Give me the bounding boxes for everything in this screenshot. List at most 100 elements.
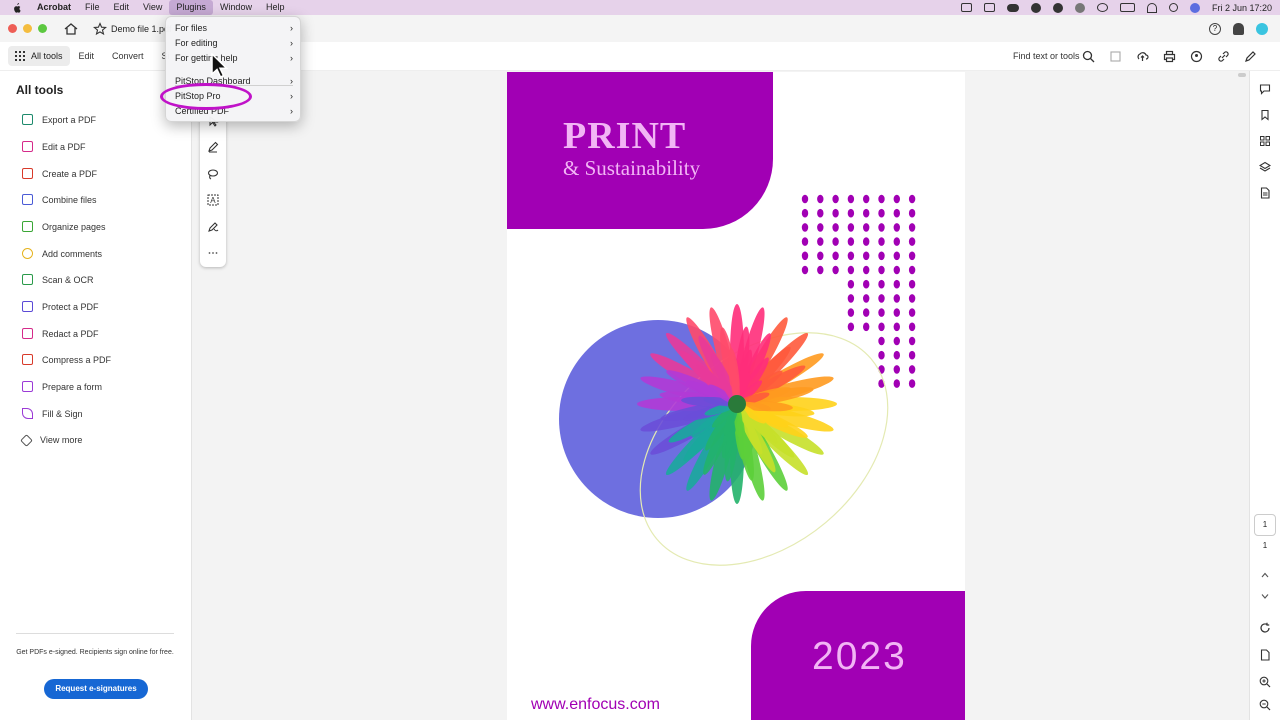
chevron-right-icon: ›: [290, 38, 293, 48]
zoom-window-button[interactable]: [38, 24, 47, 33]
search-icon[interactable]: [1168, 3, 1178, 12]
chevron-right-icon: ›: [290, 91, 293, 101]
chevron-right-icon: ›: [290, 53, 293, 63]
text-box-icon[interactable]: A: [207, 194, 219, 206]
avatar[interactable]: [1256, 22, 1268, 35]
compress-icon: [22, 354, 33, 365]
bookmark-icon[interactable]: [1259, 109, 1271, 121]
document-icon[interactable]: [1259, 187, 1271, 199]
tool-label: Edit a PDF: [42, 141, 86, 152]
fill-sign-icon: [22, 408, 33, 419]
menu-item-label: For getting help: [175, 53, 238, 63]
menu-file[interactable]: File: [78, 0, 107, 15]
find-text-label[interactable]: Find text or tools: [1013, 51, 1080, 61]
highlight-ellipse: [160, 83, 252, 110]
menu-window[interactable]: Window: [213, 0, 259, 15]
tool-view-more[interactable]: View more: [20, 433, 83, 447]
wifi-icon[interactable]: [1146, 2, 1157, 13]
status-icon-2[interactable]: [983, 3, 995, 12]
layers-icon[interactable]: [1259, 161, 1271, 173]
help-icon[interactable]: ?: [1209, 22, 1221, 35]
tool-protect-pdf[interactable]: Protect a PDF: [22, 301, 99, 312]
zoom-out-icon[interactable]: [1259, 699, 1271, 711]
apple-icon[interactable]: [12, 2, 22, 13]
status-icon-1[interactable]: [960, 3, 972, 12]
grid-icon: [15, 51, 25, 61]
tool-compress-pdf[interactable]: Compress a PDF: [22, 354, 111, 365]
page-fit-icon[interactable]: [1259, 649, 1271, 661]
thumbnails-icon[interactable]: [1259, 135, 1271, 147]
battery-icon[interactable]: [1119, 3, 1135, 12]
chevron-up-icon[interactable]: [1259, 569, 1271, 581]
sign-pen-icon[interactable]: [1244, 50, 1257, 63]
svg-text:A: A: [210, 196, 216, 205]
convert-tab[interactable]: Convert: [103, 51, 153, 61]
divider: [16, 633, 174, 634]
scrollbar[interactable]: [1238, 73, 1246, 77]
tool-export-pdf[interactable]: Export a PDF: [22, 114, 96, 125]
tool-create-pdf[interactable]: Create a PDF: [22, 168, 97, 179]
request-esignatures-button[interactable]: Request e-signatures: [44, 679, 148, 699]
menu-view[interactable]: View: [136, 0, 169, 15]
close-window-button[interactable]: [8, 24, 17, 33]
tool-label: Combine files: [42, 194, 97, 205]
lasso-icon[interactable]: [207, 168, 219, 180]
tool-prepare-form[interactable]: Prepare a form: [22, 381, 102, 392]
menu-app-name[interactable]: Acrobat: [30, 0, 78, 15]
more-icon[interactable]: [207, 247, 219, 259]
tool-scan-ocr[interactable]: Scan & OCR: [22, 274, 94, 285]
tool-label: View more: [40, 435, 83, 445]
right-rail: 1 1: [1249, 71, 1280, 720]
menu-item-for-files[interactable]: For files ›: [166, 21, 302, 36]
form-icon: [22, 381, 33, 392]
share-user-icon[interactable]: [1190, 50, 1203, 63]
search-icon[interactable]: [1082, 50, 1095, 63]
menu-item-for-editing[interactable]: For editing ›: [166, 36, 302, 51]
comment-icon[interactable]: [1259, 83, 1271, 95]
play-icon[interactable]: [1096, 3, 1108, 12]
pdf-page[interactable]: PRINT & Sustainability 2023 www.enfocus.…: [507, 72, 965, 720]
status-icon-3[interactable]: [1030, 2, 1041, 13]
chevron-down-icon[interactable]: [1259, 590, 1271, 602]
mouse-pointer-icon: [211, 53, 228, 78]
tool-fill-sign[interactable]: Fill & Sign: [22, 408, 83, 419]
document-tab-title[interactable]: Demo file 1.pdf: [111, 24, 172, 34]
menu-edit[interactable]: Edit: [107, 0, 137, 15]
combine-files-icon: [22, 194, 33, 205]
notification-bell-icon[interactable]: [1233, 22, 1244, 35]
tool-add-comments[interactable]: Add comments: [22, 248, 102, 259]
tool-organize-pages[interactable]: Organize pages: [22, 221, 106, 232]
minimize-window-button[interactable]: [23, 24, 32, 33]
page-number-input[interactable]: 1: [1254, 514, 1276, 536]
tool-redact-pdf[interactable]: Redact a PDF: [22, 328, 99, 339]
tool-label: Compress a PDF: [42, 354, 112, 365]
menu-item-for-getting-help[interactable]: For getting help ›: [166, 51, 302, 66]
tool-edit-pdf[interactable]: Edit a PDF: [22, 141, 86, 152]
pencil-icon[interactable]: [207, 141, 219, 153]
cloud-icon[interactable]: [1006, 3, 1019, 12]
print-icon[interactable]: [1163, 50, 1176, 63]
menu-help[interactable]: Help: [259, 0, 292, 15]
menu-item-label: For files: [175, 23, 208, 33]
siri-icon[interactable]: [1189, 2, 1200, 13]
quick-tools-bar: A: [200, 105, 226, 267]
star-icon[interactable]: [93, 21, 107, 36]
tool-label: Scan & OCR: [42, 274, 94, 285]
upload-cloud-icon[interactable]: [1136, 50, 1149, 63]
menu-item-label: For editing: [175, 38, 218, 48]
edit-tab[interactable]: Edit: [70, 51, 104, 61]
home-icon[interactable]: [63, 21, 79, 37]
zoom-in-icon[interactable]: [1259, 676, 1271, 688]
status-icon-4[interactable]: [1052, 2, 1063, 13]
tool-combine-files[interactable]: Combine files: [22, 194, 97, 205]
clock[interactable]: Fri 2 Jun 17:20: [1212, 3, 1272, 13]
stamp-icon[interactable]: [207, 221, 219, 233]
all-tools-button[interactable]: All tools: [8, 46, 70, 66]
window-controls: [8, 24, 47, 33]
menu-plugins[interactable]: Plugins: [169, 0, 213, 15]
status-icon-5[interactable]: [1074, 2, 1085, 13]
rotate-icon[interactable]: [1259, 622, 1271, 634]
save-icon[interactable]: [1109, 50, 1122, 63]
link-icon[interactable]: [1217, 50, 1230, 63]
tabbar-right-icons: ?: [1209, 22, 1268, 35]
